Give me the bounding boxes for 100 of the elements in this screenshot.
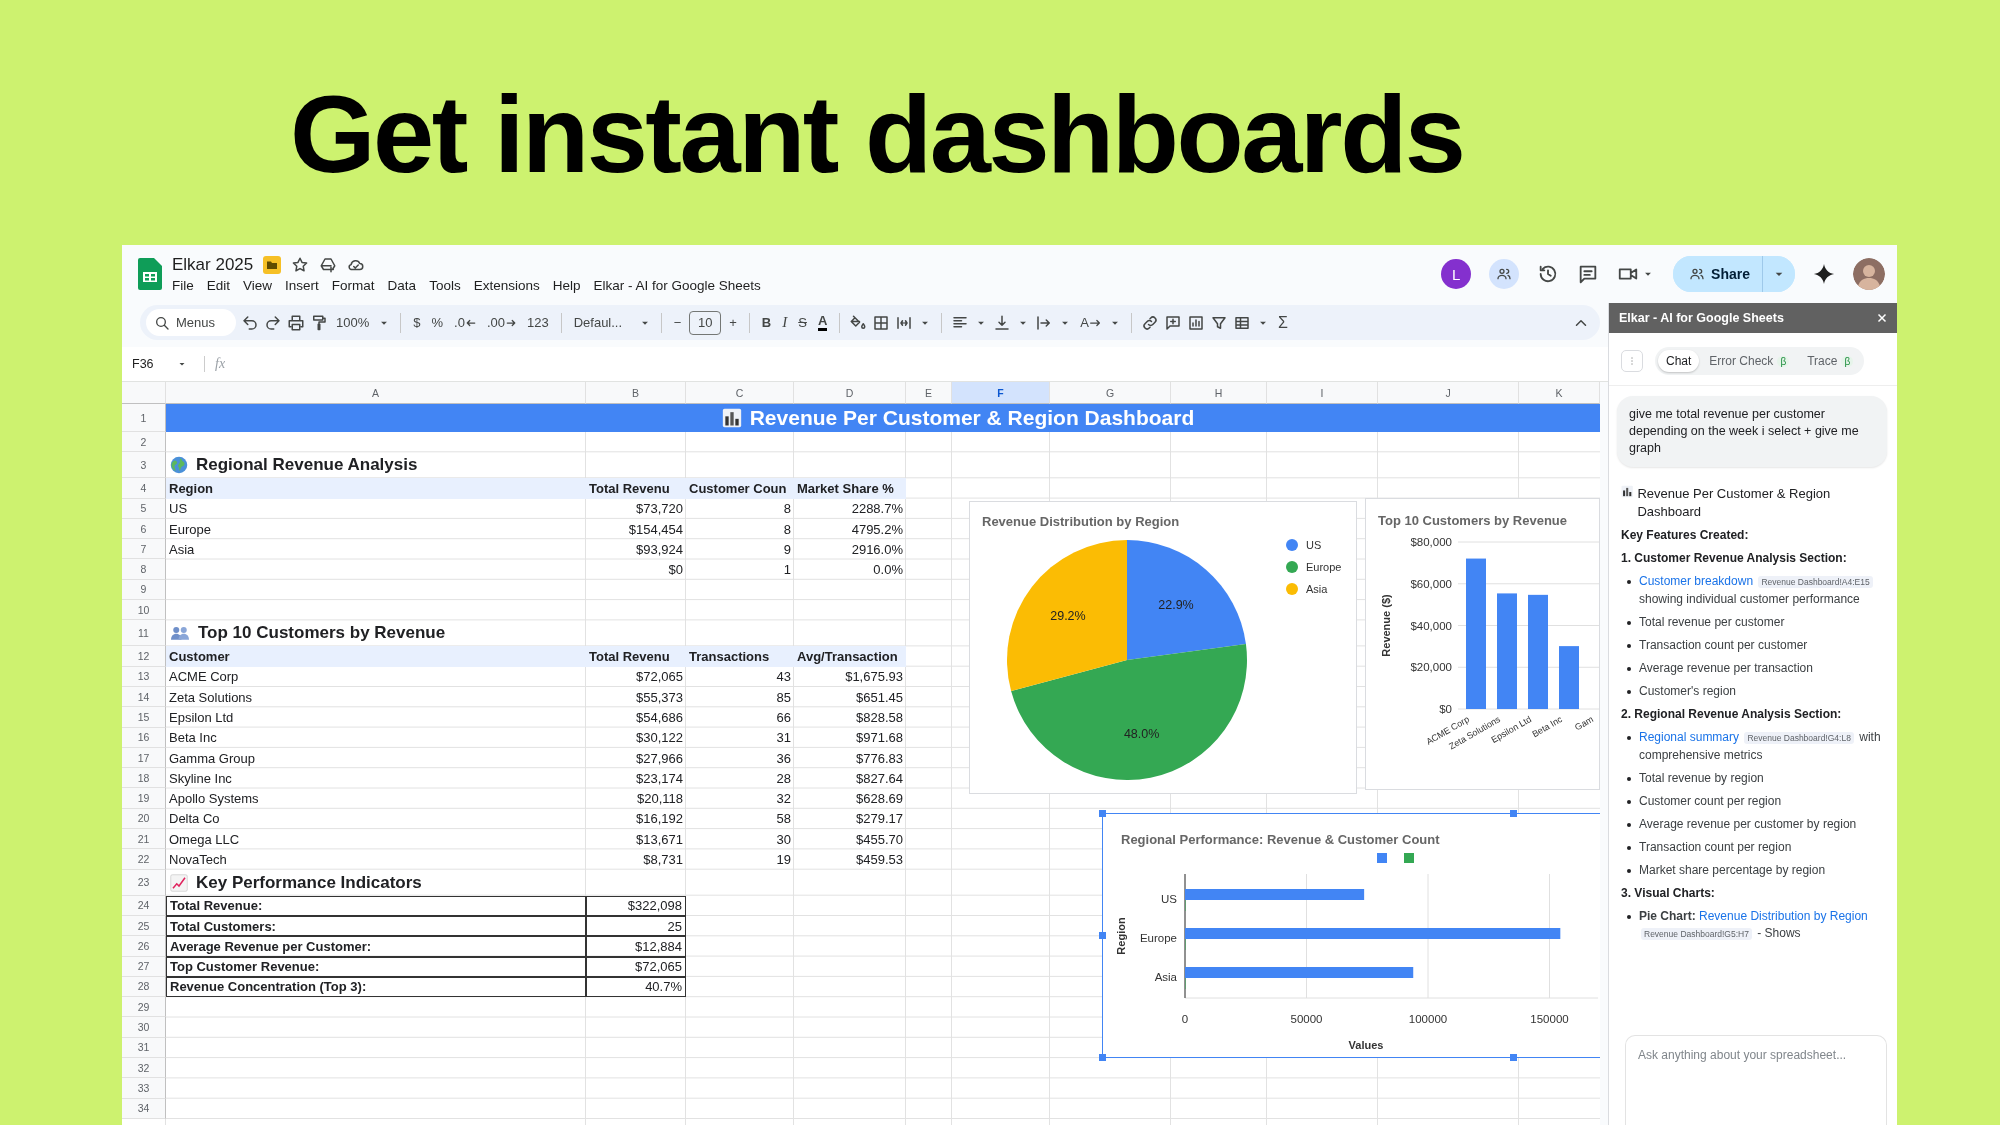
range-chip[interactable]: Revenue Dashboard!G4:L8 bbox=[1744, 732, 1854, 744]
menu-item[interactable]: Extensions bbox=[473, 278, 540, 293]
tab[interactable]: Trace β bbox=[1799, 350, 1862, 372]
sheets-logo-icon[interactable] bbox=[138, 258, 162, 290]
resize-handle[interactable] bbox=[1099, 932, 1106, 939]
menu-item[interactable]: Data bbox=[387, 278, 417, 293]
decrease-size-button[interactable]: − bbox=[670, 309, 685, 336]
menu-search-field[interactable]: Menus bbox=[146, 309, 236, 336]
tab[interactable]: Chat bbox=[1658, 350, 1700, 372]
row-number[interactable]: 4 bbox=[122, 478, 166, 499]
bold-button[interactable]: B bbox=[758, 309, 775, 336]
range-chip[interactable]: Revenue Dashboard!G5:H7 bbox=[1641, 928, 1752, 940]
bar-chart[interactable]: Regional Performance: Revenue & Customer Count 0 50000 100000 150000 US Europe Asia Region Values bbox=[1102, 813, 1600, 1058]
column-header[interactable]: D bbox=[794, 382, 906, 404]
chart-icon[interactable] bbox=[1187, 313, 1205, 332]
document-title[interactable]: Elkar 2025 bbox=[172, 255, 254, 275]
name-box[interactable]: F36 bbox=[122, 357, 194, 371]
range-link[interactable]: Regional summary bbox=[1639, 730, 1740, 744]
row-number[interactable]: 32 bbox=[122, 1058, 166, 1079]
decrease-decimals-button[interactable]: .0 bbox=[451, 309, 479, 336]
folder-badge-icon[interactable] bbox=[263, 256, 282, 274]
number-format-button[interactable]: $ bbox=[410, 309, 424, 336]
row-number[interactable]: 24 bbox=[122, 895, 166, 916]
range-chip[interactable]: Revenue Dashboard!A4:E15 bbox=[1758, 576, 1873, 588]
column-header[interactable]: K bbox=[1519, 382, 1600, 404]
menu-item[interactable]: Edit bbox=[206, 278, 231, 293]
resize-handle[interactable] bbox=[1099, 810, 1106, 817]
row-number[interactable]: 21 bbox=[122, 829, 166, 850]
resize-handle[interactable] bbox=[1510, 810, 1517, 817]
row-number[interactable]: 26 bbox=[122, 936, 166, 957]
paint-format-icon[interactable] bbox=[310, 313, 328, 332]
print-icon[interactable] bbox=[287, 313, 305, 332]
drive-add-icon[interactable] bbox=[319, 256, 338, 274]
row-number[interactable]: 16 bbox=[122, 727, 166, 748]
undo-icon[interactable] bbox=[241, 313, 259, 332]
row-number[interactable]: 18 bbox=[122, 768, 166, 789]
row-number[interactable]: 30 bbox=[122, 1017, 166, 1038]
column-header[interactable]: G bbox=[1050, 382, 1171, 404]
row-number[interactable]: 28 bbox=[122, 976, 166, 998]
column-header[interactable]: B bbox=[586, 382, 686, 404]
menu-item[interactable]: Tools bbox=[429, 278, 461, 293]
strikethrough-button[interactable]: S bbox=[795, 309, 810, 336]
row-number[interactable]: 11 bbox=[122, 620, 166, 647]
font-select[interactable]: Defaul... bbox=[570, 309, 633, 336]
row-number[interactable]: 14 bbox=[122, 686, 166, 708]
borders-icon[interactable] bbox=[872, 313, 891, 332]
row-number[interactable]: 9 bbox=[122, 579, 166, 601]
row-number[interactable]: 29 bbox=[122, 997, 166, 1018]
row-number[interactable]: 6 bbox=[122, 518, 166, 540]
zoom-select[interactable]: 100% bbox=[333, 309, 373, 336]
row-number[interactable]: 12 bbox=[122, 646, 166, 667]
row-number[interactable]: 8 bbox=[122, 559, 166, 580]
increase-decimals-button[interactable]: .00 bbox=[483, 309, 519, 336]
row-number[interactable]: 2 bbox=[122, 432, 166, 453]
resize-handle[interactable] bbox=[1099, 1054, 1106, 1061]
close-icon[interactable] bbox=[1875, 311, 1889, 325]
italic-button[interactable]: I bbox=[779, 309, 791, 336]
text-rotation-button[interactable]: A bbox=[1077, 309, 1103, 336]
number-format-button[interactable]: 123 bbox=[523, 309, 552, 336]
row-number[interactable]: 31 bbox=[122, 1037, 166, 1058]
menu-item[interactable]: Help bbox=[552, 278, 581, 293]
range-link[interactable]: Revenue Distribution by Region bbox=[1699, 909, 1868, 923]
row-number[interactable]: 1 bbox=[122, 404, 166, 432]
column-header[interactable]: J bbox=[1378, 382, 1519, 404]
menu-item[interactable]: File bbox=[172, 278, 194, 293]
row-number[interactable]: 5 bbox=[122, 498, 166, 519]
sparkle-icon[interactable] bbox=[1813, 263, 1835, 285]
row-number[interactable]: 17 bbox=[122, 747, 166, 769]
account-avatar[interactable]: L bbox=[1441, 259, 1472, 289]
number-format-button[interactable]: % bbox=[428, 309, 447, 336]
row-number[interactable]: 10 bbox=[122, 600, 166, 621]
fill-color-icon[interactable] bbox=[849, 313, 868, 332]
row-number[interactable]: 15 bbox=[122, 707, 166, 728]
collaborator-chat-button[interactable] bbox=[1489, 259, 1520, 289]
menu-item[interactable]: Elkar - AI for Google Sheets bbox=[593, 278, 761, 293]
user-avatar[interactable] bbox=[1853, 258, 1885, 290]
row-number[interactable]: 22 bbox=[122, 849, 166, 870]
increase-size-button[interactable]: + bbox=[726, 309, 740, 336]
menu-item[interactable]: View bbox=[243, 278, 273, 293]
column-header[interactable]: E bbox=[906, 382, 952, 404]
pie-chart[interactable]: Revenue Distribution by Region 22.9% 48.0% 29.2% US Europe Asia bbox=[969, 501, 1357, 794]
menu-item[interactable]: Insert bbox=[285, 278, 319, 293]
redo-icon[interactable] bbox=[264, 313, 282, 332]
row-number[interactable]: 20 bbox=[122, 808, 166, 830]
star-icon[interactable] bbox=[291, 256, 310, 274]
column-header[interactable]: F bbox=[952, 382, 1050, 404]
text-color-button[interactable]: A bbox=[814, 309, 831, 336]
row-number[interactable]: 13 bbox=[122, 666, 166, 687]
row-number[interactable]: 3 bbox=[122, 452, 166, 479]
column-header[interactable]: H bbox=[1171, 382, 1267, 404]
row-number[interactable]: 33 bbox=[122, 1078, 166, 1099]
row-number[interactable]: 27 bbox=[122, 956, 166, 977]
tab[interactable]: Error Check β bbox=[1701, 350, 1798, 372]
row-number[interactable]: 23 bbox=[122, 869, 166, 896]
column-header[interactable]: A bbox=[166, 382, 586, 404]
row-number[interactable]: 34 bbox=[122, 1098, 166, 1119]
column-header[interactable]: C bbox=[686, 382, 794, 404]
menu-item[interactable]: Format bbox=[331, 278, 375, 293]
link-icon[interactable] bbox=[1141, 313, 1159, 332]
functions-button[interactable]: Σ bbox=[1275, 309, 1291, 336]
